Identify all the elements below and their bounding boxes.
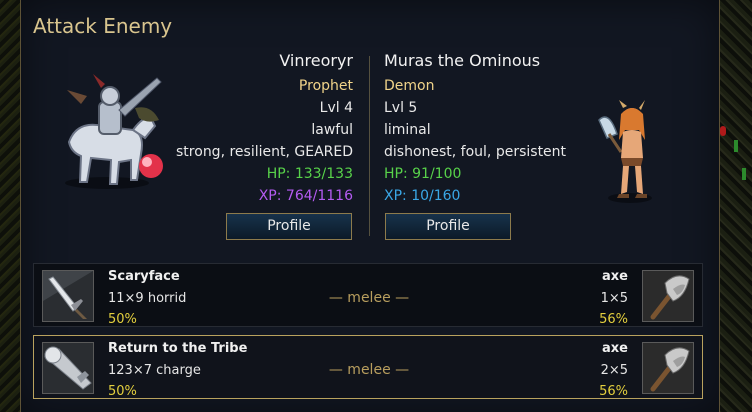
attacker-class: Prophet (298, 78, 353, 94)
attack-option-return-to-the-tribe[interactable]: Return to the Tribe 123×7 charge 50% — m… (33, 335, 703, 399)
map-decoration (742, 168, 746, 180)
defender-hit-chance: 56% (599, 384, 628, 399)
defender-name: Muras the Ominous (384, 51, 541, 70)
defender-class: Demon (384, 78, 435, 94)
attacker-xp: XP: 764/1116 (258, 188, 353, 204)
column-divider (369, 56, 370, 236)
map-decoration (720, 126, 726, 136)
attacker-traits: strong, resilient, GEARED (176, 144, 353, 160)
attack-option-scaryface[interactable]: Scaryface 11×9 horrid 50% — melee — axe … (33, 263, 703, 327)
map-decoration (734, 140, 738, 152)
defender-xp: XP: 10/160 (384, 188, 461, 204)
attacker-weapon-name: Scaryface (108, 269, 180, 284)
axe-icon (642, 270, 694, 322)
attack-dialog: Attack Enemy Vinreoryr Prophet Lvl 4 law… (20, 0, 720, 412)
attacker-hit-chance: 50% (108, 312, 137, 327)
map-background-right (716, 0, 752, 412)
axe-icon (642, 342, 694, 394)
defender-weapon-damage: 2×5 (600, 363, 628, 378)
attacker-alignment: lawful (311, 122, 353, 138)
attacker-hp: HP: 133/133 (266, 166, 353, 182)
attacker-info: Vinreoryr Prophet Lvl 4 lawful strong, r… (21, 50, 353, 207)
defender-info: Muras the Ominous Demon Lvl 5 liminal di… (384, 50, 684, 207)
dialog-title: Attack Enemy (33, 14, 173, 38)
defender-hp: HP: 91/100 (384, 166, 462, 182)
defender-weapon-name: axe (602, 341, 628, 356)
attacker-hit-chance: 50% (108, 384, 137, 399)
defender-profile-button[interactable]: Profile (385, 213, 511, 240)
defender-weapon-name: axe (602, 269, 628, 284)
attacker-weapon-name: Return to the Tribe (108, 341, 248, 356)
attacker-profile-button[interactable]: Profile (226, 213, 352, 240)
defender-weapon-damage: 1×5 (600, 291, 628, 306)
defender-traits: dishonest, foul, persistent (384, 144, 567, 160)
defender-alignment: liminal (384, 122, 431, 138)
attacker-name: Vinreoryr (279, 51, 353, 70)
attacker-level: Lvl 4 (319, 100, 353, 116)
defender-hit-chance: 56% (599, 312, 628, 327)
defender-level: Lvl 5 (384, 100, 418, 116)
